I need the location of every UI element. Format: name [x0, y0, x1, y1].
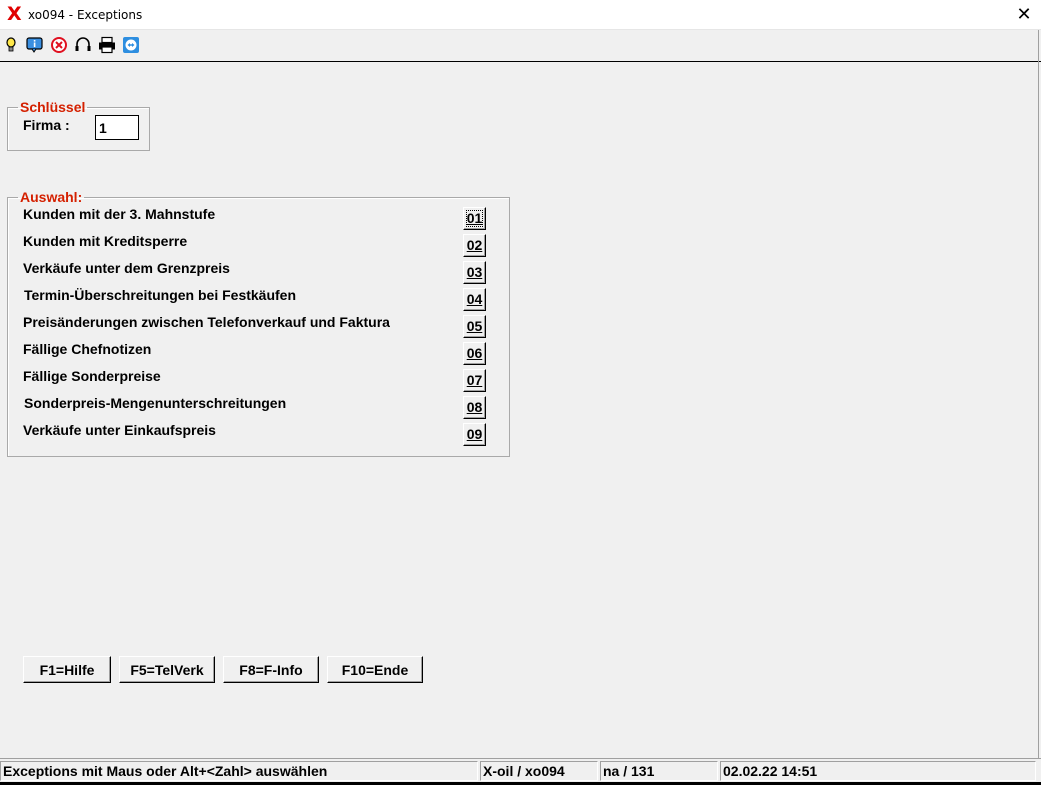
status-message: Exceptions mit Maus oder Alt+<Zahl> ausw…	[0, 761, 478, 781]
lightbulb-icon[interactable]	[3, 36, 21, 54]
toolbar	[0, 30, 1041, 62]
status-program: X-oil / xo094	[480, 761, 598, 781]
close-button[interactable]: ✕	[1010, 3, 1038, 27]
headset-icon[interactable]	[74, 36, 92, 54]
schluessel-legend: Schlüssel	[20, 99, 86, 115]
status-bar: Exceptions mit Maus oder Alt+<Zahl> ausw…	[0, 758, 1041, 783]
stop-icon[interactable]	[50, 36, 68, 54]
exception-label[interactable]: Fällige Chefnotizen	[23, 341, 151, 357]
telverk-button[interactable]: F5=TelVerk	[119, 656, 215, 683]
remote-icon[interactable]	[122, 36, 140, 54]
app-logo-icon: X	[7, 3, 22, 25]
firma-label: Firma :	[23, 117, 70, 133]
exception-label[interactable]: Fällige Sonderpreise	[23, 368, 161, 384]
status-datetime: 02.02.22 14:51	[720, 761, 1036, 781]
end-button[interactable]: F10=Ende	[327, 656, 423, 683]
f-info-button[interactable]: F8=F-Info	[223, 656, 319, 683]
title-bar: X xo094 - Exceptions ✕	[0, 0, 1041, 30]
exception-label[interactable]: Termin-Überschreitungen bei Festkäufen	[24, 287, 296, 303]
status-user: na / 131	[600, 761, 718, 781]
help-button[interactable]: F1=Hilfe	[23, 656, 111, 683]
exception-button-03[interactable]: 03	[463, 261, 486, 284]
exception-button-05[interactable]: 05	[463, 315, 486, 338]
exception-button-07[interactable]: 07	[463, 369, 486, 392]
exception-label[interactable]: Verkäufe unter Einkaufspreis	[23, 422, 216, 438]
exception-button-01[interactable]: 01	[463, 207, 486, 230]
exception-label[interactable]: Preisänderungen zwischen Telefonverkauf …	[23, 314, 390, 330]
printer-icon[interactable]	[98, 36, 116, 54]
exception-button-06[interactable]: 06	[463, 342, 486, 365]
exception-button-04[interactable]: 04	[463, 288, 486, 311]
auswahl-legend: Auswahl:	[20, 189, 83, 205]
info-icon[interactable]	[26, 36, 44, 54]
exception-label[interactable]: Kunden mit Kreditsperre	[23, 233, 187, 249]
exception-button-09[interactable]: 09	[463, 423, 486, 446]
exception-label[interactable]: Verkäufe unter dem Grenzpreis	[23, 260, 230, 276]
exception-label[interactable]: Kunden mit der 3. Mahnstufe	[23, 206, 215, 222]
exception-button-02[interactable]: 02	[463, 234, 486, 257]
exception-button-08[interactable]: 08	[463, 396, 486, 419]
firma-input[interactable]	[95, 115, 139, 140]
exception-label[interactable]: Sonderpreis-Mengenunterschreitungen	[24, 395, 286, 411]
window-title: xo094 - Exceptions	[28, 8, 143, 22]
